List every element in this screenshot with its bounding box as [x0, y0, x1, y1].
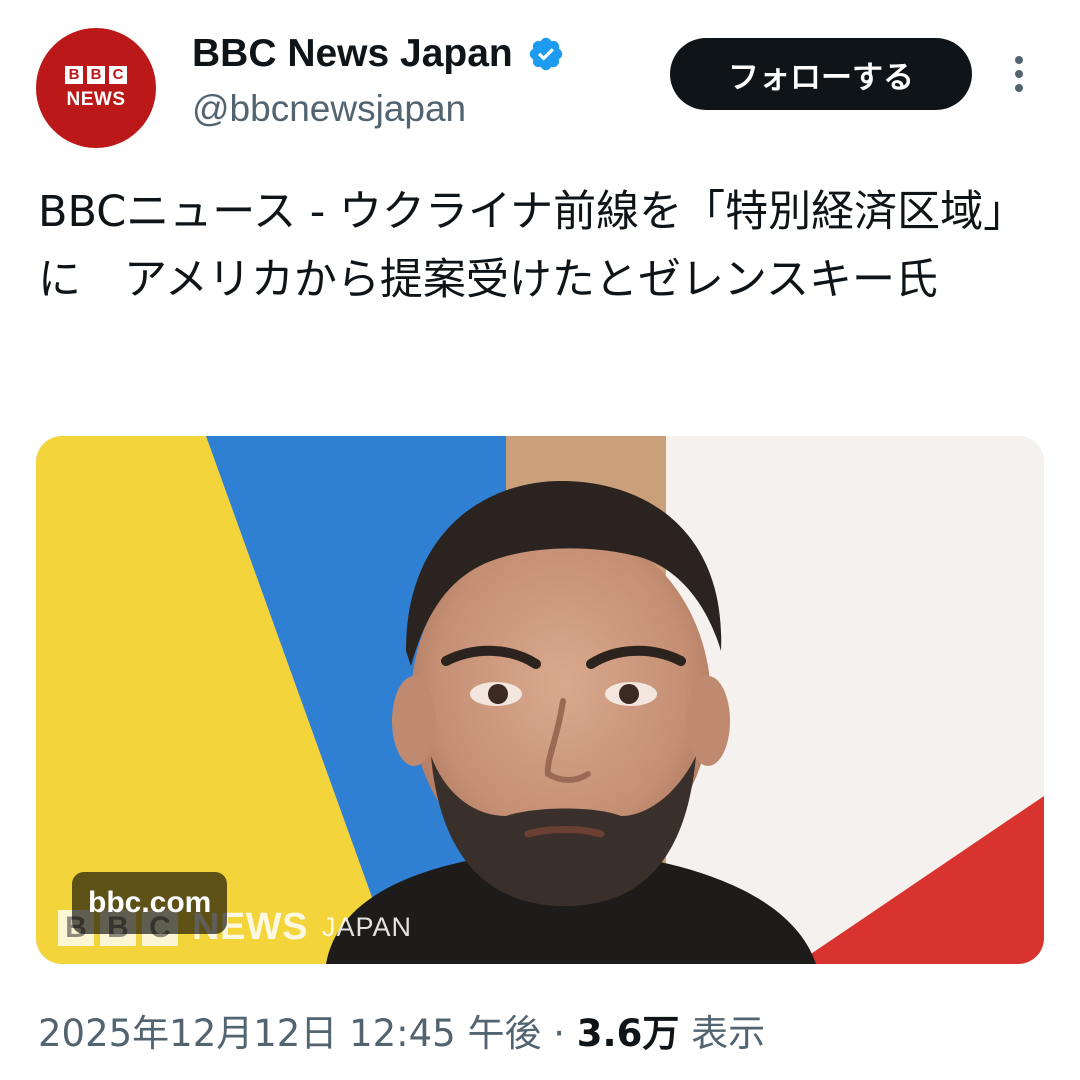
avatar-bbc-blocks: B B C [65, 66, 127, 84]
avatar[interactable]: B B C NEWS [36, 28, 156, 148]
author-display-name[interactable]: BBC News Japan [192, 30, 513, 78]
views-label: 表示 [691, 1012, 766, 1055]
link-domain-badge[interactable]: bbc.com [72, 872, 228, 934]
watermark-region: JAPAN [322, 912, 413, 942]
avatar-block: B [87, 66, 105, 84]
tweet-card: B B C NEWS BBC News Japan @bbcnewsjapan … [0, 0, 1080, 1080]
tweet-text: BBCニュース - ウクライナ前線を「特別経済区域」に アメリカから提案受けたと… [38, 187, 1027, 305]
avatar-wordmark: NEWS [66, 89, 126, 110]
author-handle[interactable]: @bbcnewsjapan [192, 86, 466, 132]
avatar-block: C [109, 66, 127, 84]
verified-badge-icon [529, 37, 562, 71]
follow-button[interactable]: フォローする [670, 38, 972, 110]
tweet-media-image[interactable]: B B C NEWS JAPAN bbc.com [36, 436, 1044, 964]
tweet-time[interactable]: 12:45 午後 [349, 1012, 541, 1055]
author-name-row: BBC News Japan [192, 30, 565, 78]
meta-separator: · [553, 1012, 566, 1055]
more-vertical-icon[interactable] [1004, 50, 1034, 98]
tweet-metadata: 2025年12月12日 12:45 午後 · 3.6万 表示 [38, 1006, 765, 1062]
views-count: 3.6万 [576, 1012, 680, 1055]
tweet-date[interactable]: 2025年12月12日 [38, 1012, 337, 1055]
more-dot [1015, 70, 1023, 78]
more-dot [1015, 84, 1023, 92]
more-dot [1015, 56, 1023, 64]
avatar-block: B [65, 66, 83, 84]
